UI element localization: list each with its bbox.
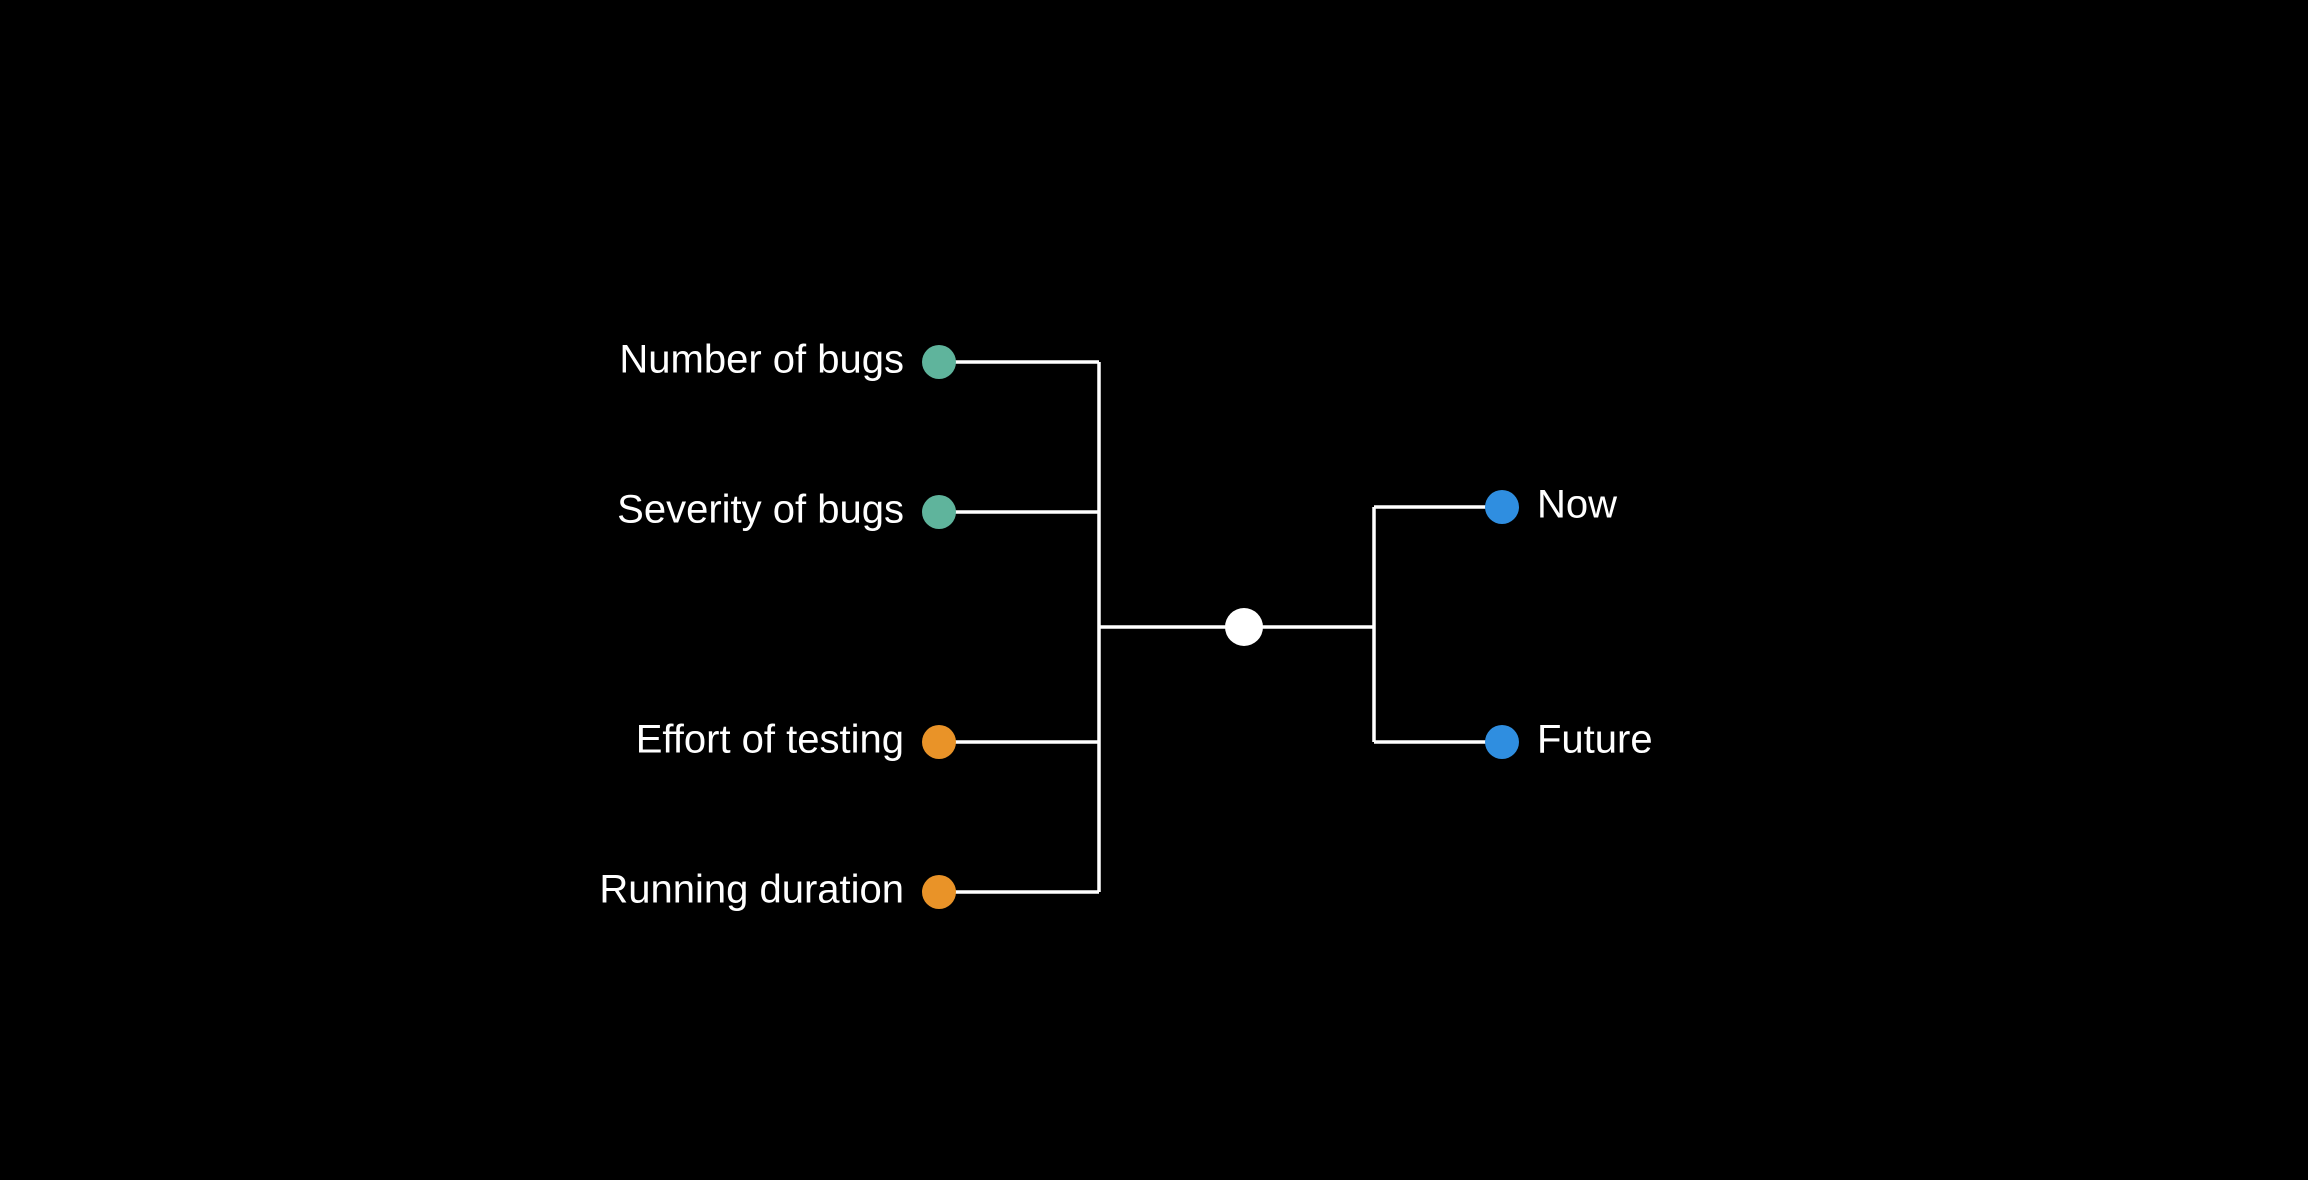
diagram-root: Number of bugs Severity of bugs Effort o… [384, 197, 1924, 984]
node-label-left-1: Severity of bugs [617, 487, 904, 531]
node-dot-left-1 [922, 495, 956, 529]
node-label-left-2: Effort of testing [636, 717, 904, 761]
node-label-right-0: Now [1537, 482, 1617, 526]
node-dot-center [1225, 608, 1263, 646]
left-bracket [939, 362, 1244, 892]
node-label-left-3: Running duration [599, 867, 904, 911]
node-dot-right-0 [1485, 490, 1519, 524]
node-dot-left-2 [922, 725, 956, 759]
node-dot-left-3 [922, 875, 956, 909]
node-label-right-1: Future [1537, 717, 1653, 761]
node-dot-right-1 [1485, 725, 1519, 759]
node-dot-left-0 [922, 345, 956, 379]
node-label-left-0: Number of bugs [619, 337, 904, 381]
right-bracket [1244, 507, 1502, 742]
